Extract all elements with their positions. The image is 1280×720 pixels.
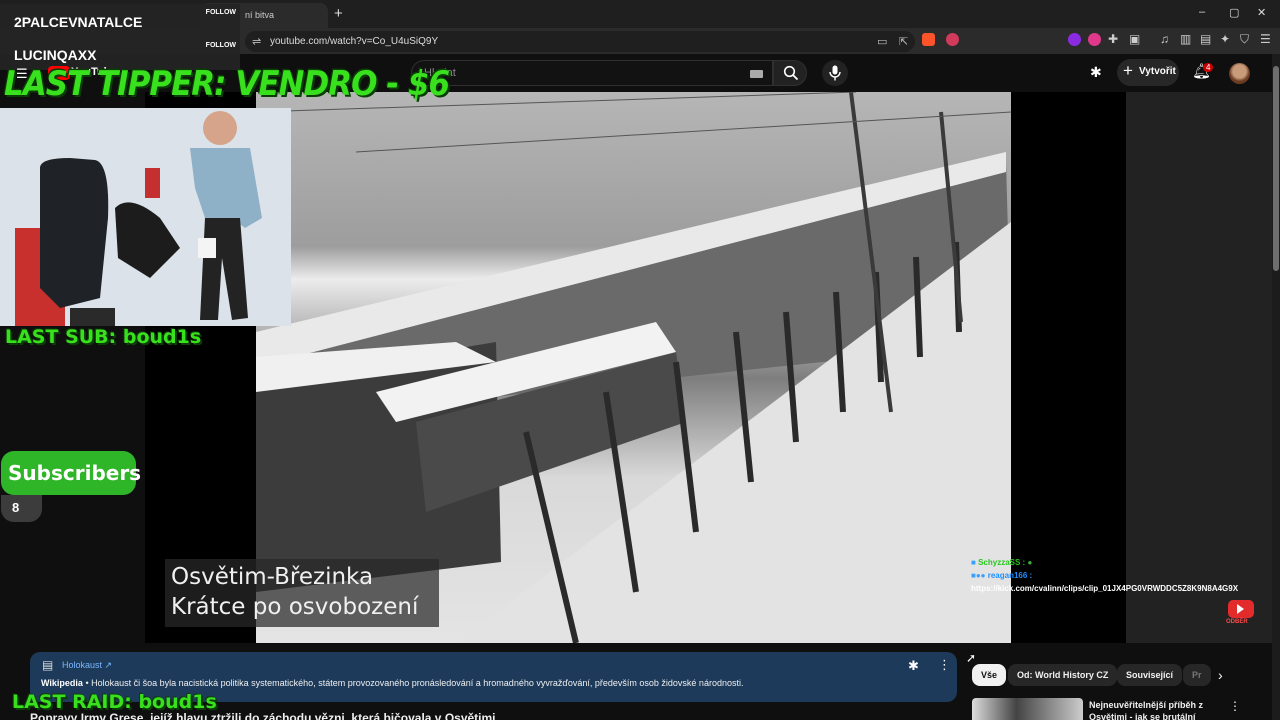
new-tab-button[interactable]: + (334, 5, 343, 22)
chat-username-2: reagan166 : (987, 571, 1033, 580)
url-text: youtube.com/watch?v=Co_U4uSiQ9Y (270, 36, 439, 47)
follower-name-2: LUCINQAXX (14, 47, 97, 63)
follow-label-1: FOLLOW (205, 9, 236, 16)
close-window-button[interactable]: ✕ (1257, 6, 1266, 19)
info-card-title-link[interactable]: Holokaust ↗ (62, 660, 112, 671)
chat-username-1: SchyzzaSS : (978, 558, 1026, 567)
recommendation-title-line-2: Osvětimi - jak se brutální (1089, 712, 1196, 720)
search-button[interactable] (773, 60, 807, 86)
microphone-icon (829, 65, 841, 81)
chip-more[interactable]: Pr (1183, 664, 1211, 686)
chip-all[interactable]: Vše (972, 664, 1007, 686)
more-options-icon[interactable]: ⋮ (938, 657, 951, 673)
document-icon: ▤ (42, 658, 54, 672)
music-icon[interactable]: ♫ (1160, 32, 1169, 46)
create-label: Vytvořit (1139, 66, 1176, 77)
notification-count-badge: 4 (1203, 63, 1214, 72)
url-field[interactable]: ⇌ youtube.com/watch?v=Co_U4uSiQ9Y ▭ ⇱ (245, 31, 915, 52)
caption-line-2: Krátce po osvobození (171, 594, 419, 620)
keyboard-icon[interactable] (750, 70, 763, 78)
chat-message-2: ■●● reagan166 : (971, 569, 1238, 582)
recommendation-thumbnail[interactable] (972, 698, 1083, 720)
extension-icon-purple[interactable] (1068, 33, 1081, 46)
recommendation-title[interactable]: Nejneuvěřitelnější příběh z Osvětimi - j… (1089, 699, 1203, 720)
caption-line-1: Osvětim-Březinka (171, 564, 374, 590)
video-caption: Osvětim-Březinka Krátce po osvobození (165, 559, 439, 627)
webcam-scene (0, 108, 291, 326)
chat-message-1: ■ SchyzzaSS : ● (971, 556, 1238, 569)
voice-search-button[interactable] (822, 60, 848, 86)
cast-icon[interactable]: ▭ (877, 35, 887, 48)
brave-rewards-icon[interactable] (946, 33, 959, 46)
subscribers-widget: Subscribers (1, 451, 141, 495)
extension-icon-pink[interactable] (1088, 33, 1101, 46)
vpn-shield-icon[interactable]: ⛉ (1240, 32, 1249, 47)
last-tipper-overlay: LAST TIPPER: VENDRO - $6 (4, 64, 450, 104)
sidebar-icon[interactable]: ▥ (1180, 32, 1191, 46)
recommendation-title-line-1: Nejneuvěřitelnější příběh z (1089, 700, 1204, 710)
wallet-card-icon[interactable]: ▤ (1200, 32, 1211, 46)
chip-related[interactable]: Související (1117, 664, 1183, 686)
page-scrollbar[interactable] (1272, 54, 1280, 720)
maximize-button[interactable]: ▢ (1229, 6, 1239, 19)
chat-clip-link: https://kick.com/cvalinn/clips/clip_01JX… (971, 584, 1239, 593)
follower-alert-1: 2PALCEVNATALCE FOLLOW (0, 4, 240, 37)
emote-icon: ● (1027, 558, 1033, 567)
chat-badge-icon: ■●● (971, 571, 986, 580)
chat-badge-icon: ■ (971, 558, 976, 567)
last-sub-overlay: LAST SUB: boud1s (5, 326, 202, 348)
chevron-right-icon[interactable]: › (1218, 667, 1223, 683)
account-avatar[interactable] (1229, 63, 1250, 84)
odber-label: ODBĚR (1226, 619, 1248, 625)
leo-ai-icon[interactable]: ✦ (1220, 32, 1230, 46)
info-card-description: • Holokaust či šoa byla nacistická polit… (82, 678, 744, 688)
follow-label-2: FOLLOW (205, 42, 236, 49)
last-raid-overlay: LAST RAID: boud1s (12, 691, 217, 713)
ai-sparkle-icon[interactable]: ✱ (908, 658, 919, 674)
plus-icon: + (1123, 61, 1133, 80)
share-icon[interactable]: ⇱ (899, 35, 908, 48)
tab-title: ní bitva (245, 10, 275, 20)
minimize-button[interactable]: – (1199, 6, 1205, 18)
browser-menu-icon[interactable]: ☰ (1260, 32, 1271, 46)
follower-name-1: 2PALCEVNATALCE (14, 14, 143, 30)
mouse-cursor-icon: ➚ (966, 651, 977, 665)
ai-sparkle-icon[interactable]: ✱ (1090, 64, 1102, 81)
info-card-source: Wikipedia (41, 678, 83, 688)
streamer-webcam (0, 108, 291, 326)
scrollbar-thumb[interactable] (1273, 66, 1279, 271)
info-card-text: Wikipedia • Holokaust či šoa byla nacist… (41, 678, 743, 688)
search-input[interactable]: Hledat (411, 60, 773, 86)
subscribe-watermark[interactable]: ODBĚR (1226, 600, 1256, 628)
search-icon (783, 65, 799, 81)
brave-shields-icon[interactable] (922, 33, 935, 46)
recommendation-menu-icon[interactable]: ⋮ (1229, 699, 1241, 713)
subscribers-count: 8 (1, 495, 42, 522)
wallet-icon[interactable]: ▣ (1129, 32, 1140, 46)
create-button[interactable]: + Vytvořit (1117, 59, 1179, 86)
site-settings-icon[interactable]: ⇌ (252, 35, 261, 48)
play-triangle-icon (1237, 604, 1244, 614)
stream-chat-overlay: ■ SchyzzaSS : ● ■●● reagan166 : https://… (971, 556, 1238, 595)
extensions-puzzle-icon[interactable]: ✚ (1108, 32, 1118, 46)
chip-from-channel[interactable]: Od: World History CZ (1008, 664, 1118, 686)
